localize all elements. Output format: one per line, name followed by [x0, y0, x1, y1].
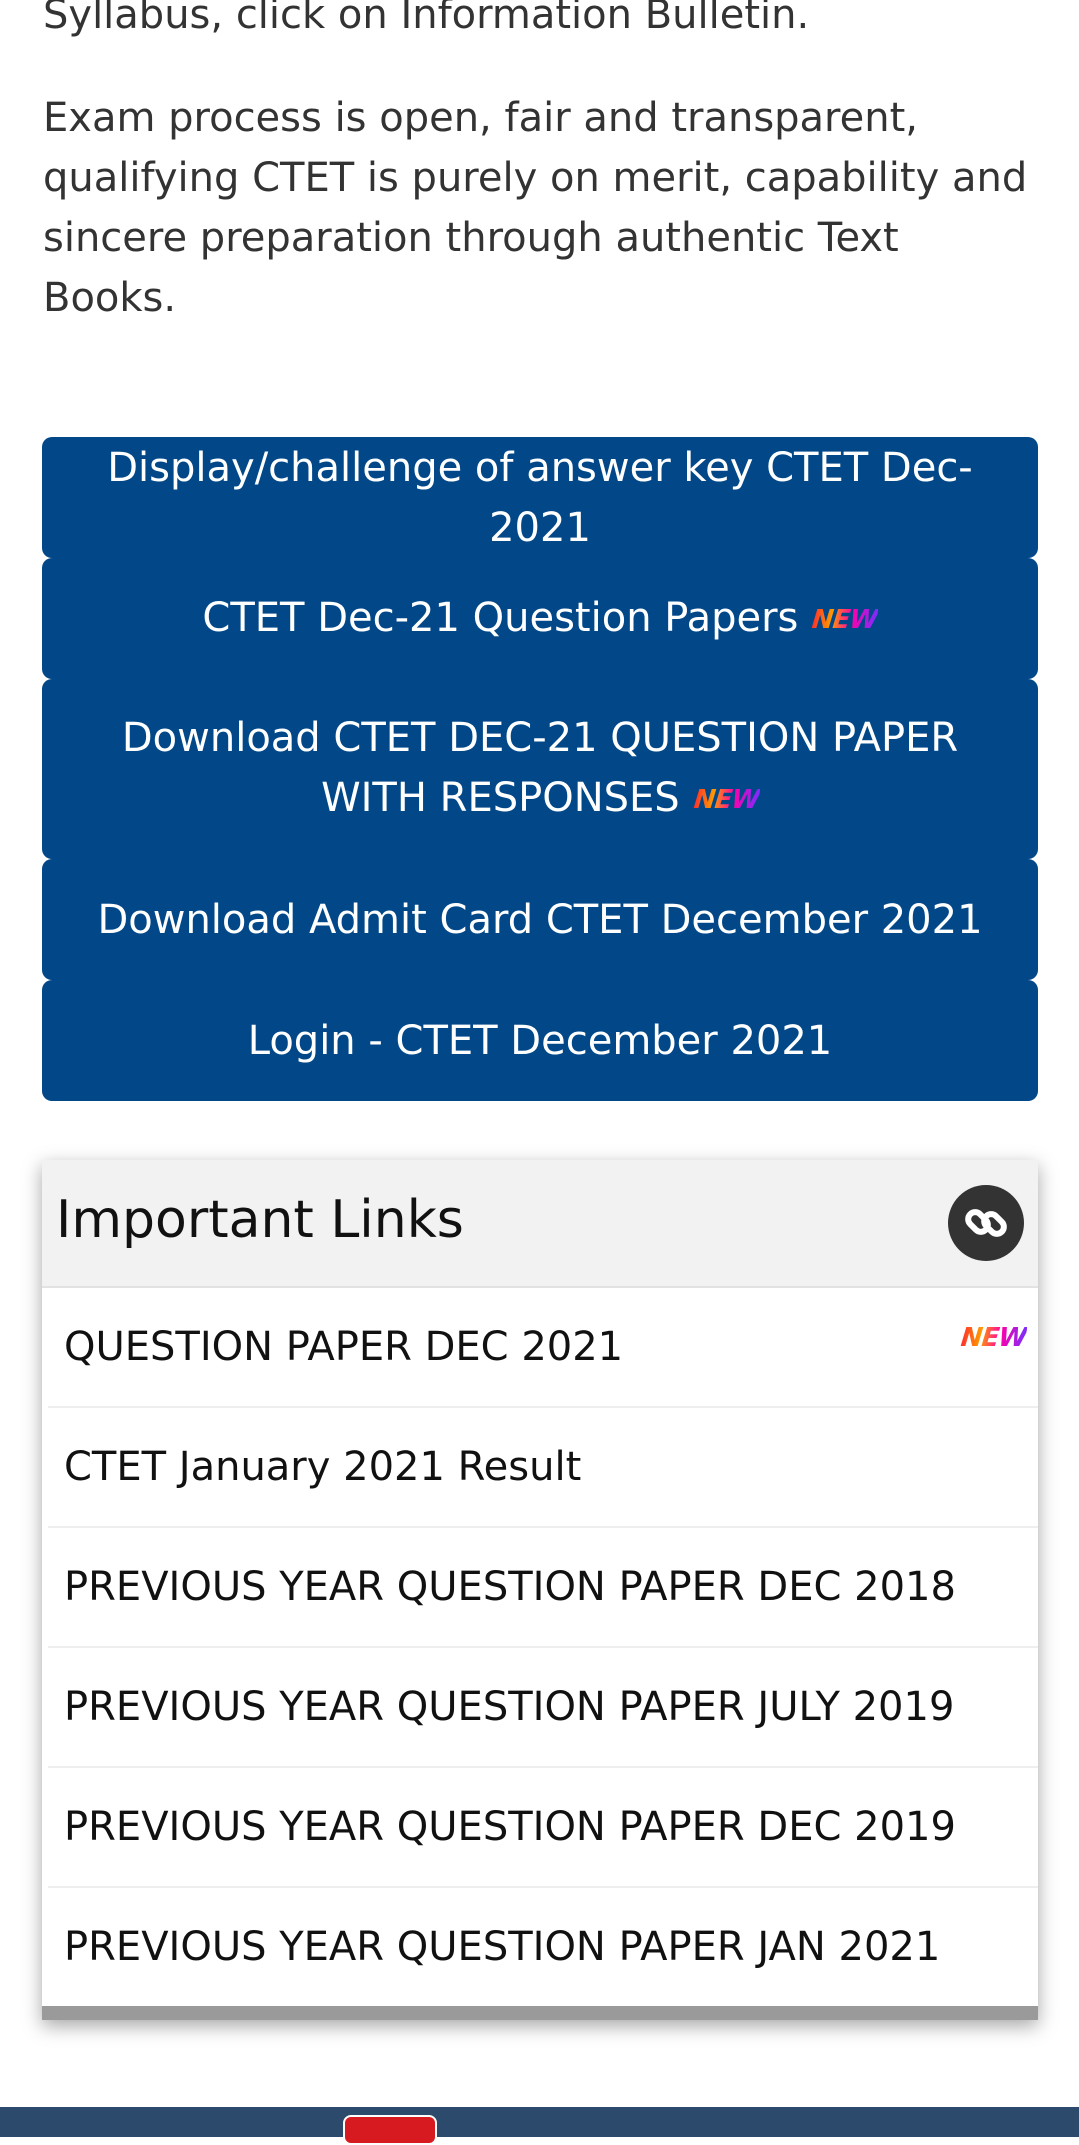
new-badge: NEW	[959, 1323, 1028, 1353]
list-item[interactable]: PREVIOUS YEAR QUESTION PAPER JAN 2021	[48, 1888, 1038, 2008]
question-paper-responses-text: Download CTET DEC-21 QUESTION PAPER WITH…	[121, 715, 959, 821]
question-papers-label: CTET Dec-21 Question Papers NEW	[202, 588, 879, 650]
new-badge: NEW	[691, 770, 763, 830]
link-icon	[948, 1185, 1024, 1261]
important-links-header: Important Links	[42, 1160, 1038, 1288]
action-button-stack: Display/challenge of answer key CTET Dec…	[42, 437, 1038, 1101]
footer-logo-icon	[343, 2115, 437, 2145]
intro-text-exam-process: Exam process is open, fair and transpare…	[43, 95, 1028, 321]
list-item[interactable]: PREVIOUS YEAR QUESTION PAPER JULY 2019	[48, 1648, 1038, 1768]
answer-key-challenge-button[interactable]: Display/challenge of answer key CTET Dec…	[42, 437, 1038, 558]
intro-text-syllabus: Syllabus, click on Information Bulletin.	[43, 0, 810, 38]
list-item-label: PREVIOUS YEAR QUESTION PAPER JAN 2021	[64, 1924, 941, 1970]
list-item-label: QUESTION PAPER DEC 2021	[64, 1324, 624, 1370]
question-paper-responses-label: Download CTET DEC-21 QUESTION PAPER WITH…	[82, 708, 998, 830]
page-footer	[0, 2107, 1079, 2145]
admit-card-label: Download Admit Card CTET December 2021	[97, 896, 983, 943]
card-scroll-bar[interactable]	[42, 2006, 1038, 2020]
list-item-label: PREVIOUS YEAR QUESTION PAPER JULY 2019	[64, 1684, 955, 1730]
list-item[interactable]: QUESTION PAPER DEC 2021 NEW	[48, 1288, 1038, 1408]
answer-key-challenge-label: Display/challenge of answer key CTET Dec…	[107, 444, 973, 551]
important-links-title: Important Links	[56, 1190, 464, 1250]
admit-card-button[interactable]: Download Admit Card CTET December 2021	[42, 859, 1038, 980]
list-item-label: CTET January 2021 Result	[64, 1444, 582, 1490]
list-item[interactable]: PREVIOUS YEAR QUESTION PAPER DEC 2019	[48, 1768, 1038, 1888]
list-item-label: PREVIOUS YEAR QUESTION PAPER DEC 2019	[64, 1804, 956, 1850]
important-links-card: Important Links QUESTION PAPER DEC 2021 …	[42, 1160, 1038, 2020]
question-papers-text: CTET Dec-21 Question Papers	[202, 594, 799, 641]
new-badge: NEW	[809, 590, 881, 650]
question-papers-button[interactable]: CTET Dec-21 Question Papers NEW	[42, 558, 1038, 679]
list-item[interactable]: CTET January 2021 Result	[48, 1408, 1038, 1528]
login-label: Login - CTET December 2021	[247, 1017, 833, 1064]
important-links-list: QUESTION PAPER DEC 2021 NEW CTET January…	[42, 1288, 1038, 2008]
login-button[interactable]: Login - CTET December 2021	[42, 980, 1038, 1101]
question-paper-responses-button[interactable]: Download CTET DEC-21 QUESTION PAPER WITH…	[42, 679, 1038, 859]
list-item-label: PREVIOUS YEAR QUESTION PAPER DEC 2018	[64, 1564, 956, 1610]
list-item[interactable]: PREVIOUS YEAR QUESTION PAPER DEC 2018	[48, 1528, 1038, 1648]
